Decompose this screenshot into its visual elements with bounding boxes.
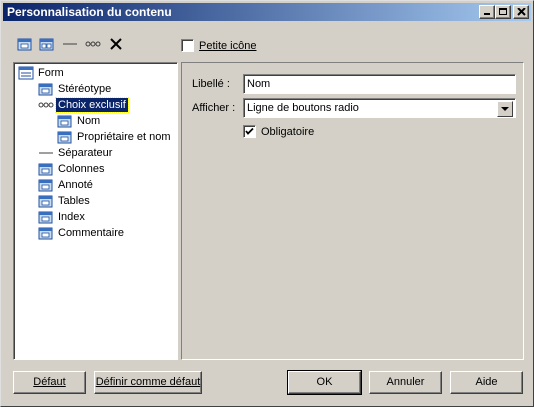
window-title: Personnalisation du contenu [7, 5, 172, 19]
item-icon [38, 82, 54, 96]
obligatoire-label: Obligatoire [261, 126, 315, 138]
close-icon [517, 8, 526, 16]
tree-item-label: Propriétaire et nom [77, 131, 171, 143]
exclusive-choice-icon[interactable] [85, 37, 101, 51]
small-icon-label: Petite icône [199, 40, 257, 52]
add-group-icon[interactable] [39, 37, 55, 51]
tree-item-label: Tables [58, 195, 90, 207]
small-icon-checkbox[interactable] [181, 39, 194, 52]
exclusive-choice-icon [38, 98, 54, 112]
minimize-button[interactable] [479, 5, 495, 19]
item-icon [38, 226, 54, 240]
annuler-button[interactable]: Annuler [369, 371, 442, 394]
tree-item-label: Séparateur [58, 147, 113, 159]
item-icon [57, 130, 73, 144]
afficher-select-value: Ligne de boutons radio [247, 102, 359, 114]
obligatoire-checkbox[interactable] [243, 125, 256, 138]
tree-item-label: Annoté [58, 179, 93, 191]
maximize-button[interactable] [495, 5, 511, 19]
libelle-input[interactable]: Nom [243, 74, 516, 94]
chevron-down-icon[interactable] [497, 101, 513, 117]
properties-panel: Libellé : Nom Afficher : Ligne de bouton… [181, 62, 524, 360]
aide-button[interactable]: Aide [450, 371, 523, 394]
tree-item-label: Commentaire [58, 227, 125, 239]
definir-defaut-button[interactable]: Définir comme défaut [94, 371, 202, 394]
dialog-window: Personnalisation du contenu Petite icône… [0, 0, 534, 407]
tree-item-label: Colonnes [58, 163, 105, 175]
tree-item-label: Index [58, 211, 85, 223]
tree-item-label: Stéréotype [58, 83, 112, 95]
separator-icon[interactable] [62, 37, 78, 51]
title-bar[interactable]: Personnalisation du contenu [3, 3, 531, 21]
close-button[interactable] [513, 5, 529, 19]
afficher-select[interactable]: Ligne de boutons radio [243, 98, 516, 118]
afficher-label: Afficher : [192, 102, 236, 114]
checkmark-icon [245, 127, 254, 135]
defaut-button[interactable]: Défaut [13, 371, 86, 394]
content-tree[interactable]: Form Stéréotype Choix exclusif Nom Propr [13, 62, 178, 360]
tree-item-label: Form [38, 67, 64, 79]
delete-icon[interactable] [108, 37, 124, 51]
item-icon [57, 114, 73, 128]
item-icon [38, 194, 54, 208]
item-icon [38, 162, 54, 176]
tree-item-label: Choix exclusif [55, 97, 129, 113]
item-icon [38, 210, 54, 224]
separator-icon [38, 146, 54, 160]
form-icon [18, 66, 34, 80]
ok-button[interactable]: OK [287, 370, 362, 395]
item-icon [38, 178, 54, 192]
libelle-label: Libellé : [192, 78, 230, 90]
add-item-icon[interactable] [17, 37, 33, 51]
tree-item-label: Nom [77, 115, 101, 127]
